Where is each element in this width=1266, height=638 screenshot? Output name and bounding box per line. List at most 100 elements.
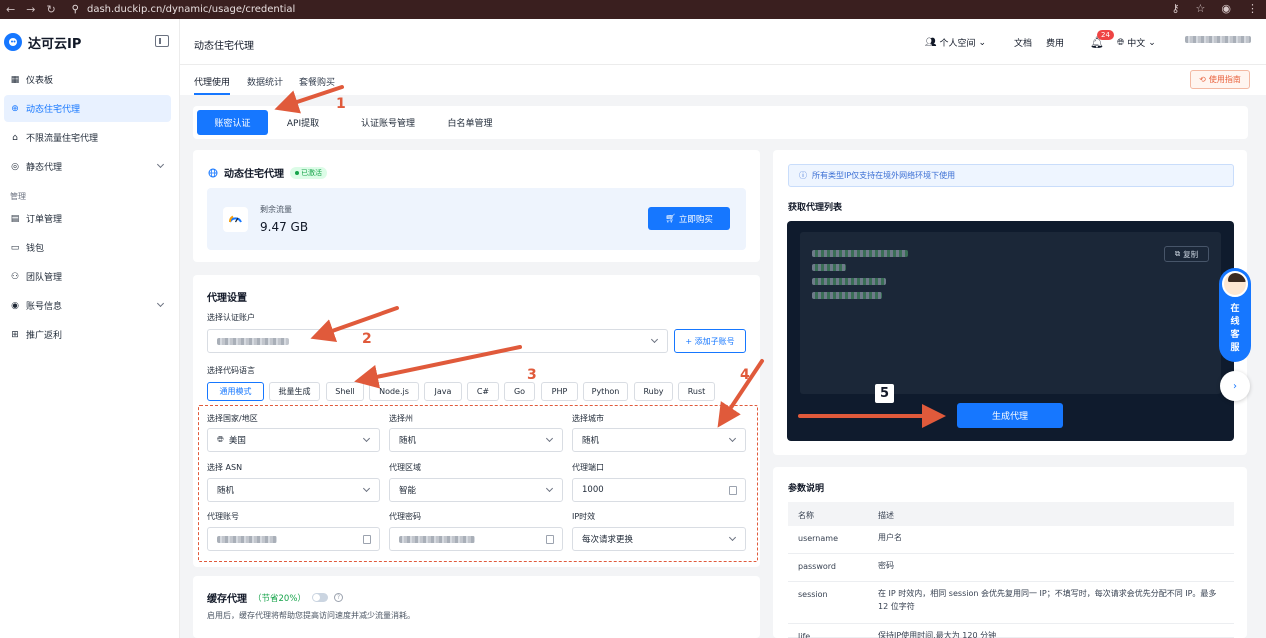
copy-icon[interactable] <box>546 535 554 544</box>
tab-whitelist-manage[interactable]: 白名单管理 <box>435 110 505 135</box>
address-bar[interactable]: ⚲ dash.duckip.cn/dynamic/usage/credentia… <box>72 4 296 15</box>
annotation-number-4: 4 <box>740 367 750 383</box>
lang-option-1[interactable]: 批量生成 <box>269 382 320 401</box>
notification-badge: 24 <box>1097 30 1114 40</box>
sidebar-item-account-info[interactable]: ◉ 账号信息 <box>4 292 171 319</box>
code-language-label: 选择代码语言 <box>207 366 255 375</box>
tab-api-extract[interactable]: API提取 <box>273 110 333 135</box>
proxy-pass-label: 代理密码 <box>389 512 421 521</box>
lang-option-java[interactable]: Java <box>424 382 462 401</box>
chevron-down-icon <box>728 533 737 542</box>
agent-avatar <box>1222 271 1248 297</box>
copy-icon: ⧉ <box>1174 249 1181 258</box>
tab-credential-auth[interactable]: 账密认证 <box>197 110 268 135</box>
copy-proxies-button[interactable]: ⧉ 复制 <box>1164 246 1209 262</box>
gift-icon: ⊞ <box>11 329 19 340</box>
cache-save-badge: （节省20%） <box>253 593 306 604</box>
lang-option-ruby[interactable]: Ruby <box>634 382 673 401</box>
menu-group-label: 管理 <box>10 192 26 201</box>
param-name: life <box>798 632 811 638</box>
brand[interactable]: 达可云IP <box>0 19 179 65</box>
proxy-list-title: 获取代理列表 <box>788 203 843 213</box>
more-icon[interactable]: ⋮ <box>1247 2 1258 15</box>
lang-option-nodejs[interactable]: Node.js <box>369 382 419 401</box>
lang-option-c[interactable]: C# <box>467 382 499 401</box>
proxy-output-text <box>800 232 1221 394</box>
chevron-down-icon <box>545 484 554 493</box>
param-name: password <box>798 562 836 571</box>
account-select[interactable] <box>207 329 668 353</box>
lang-option-php[interactable]: PHP <box>541 382 578 401</box>
sidebar-item-team[interactable]: ⚇ 团队管理 <box>4 263 171 290</box>
port-field[interactable]: 1000 <box>572 478 746 502</box>
sidebar-item-unlimited-residential[interactable]: ⌂ 不限流量住宅代理 <box>4 124 171 151</box>
profile-icon[interactable]: ◉ <box>1221 2 1231 15</box>
fees-link[interactable]: 费用 <box>1046 36 1064 49</box>
key-icon[interactable]: ⚷ <box>1171 2 1179 15</box>
cache-proxy-card: 缓存代理 （节省20%） ? 启用后，缓存代理将帮助您提高访问速度并减少流量消耗… <box>193 576 760 638</box>
site-settings-icon[interactable]: ⚲ <box>72 4 79 15</box>
sidebar-item-label: 账号信息 <box>26 302 63 312</box>
language-switcher[interactable]: 🌐︎ 中文 ⌄ <box>1117 36 1156 50</box>
buy-now-button[interactable]: 🛒︎ 立即购买 <box>648 207 730 230</box>
chevron-down-icon <box>156 299 165 308</box>
lang-option-0[interactable]: 通用模式 <box>207 382 264 401</box>
arrow-right-icon[interactable]: › <box>1220 371 1250 401</box>
sidebar-item-dashboard[interactable]: ▦ 仪表板 <box>4 66 171 93</box>
chevron-down-icon: ⌄ <box>1148 37 1156 48</box>
customer-service-button[interactable]: 在线客服 <box>1219 268 1251 362</box>
country-select[interactable]: 🌐︎ 美国 <box>207 428 380 452</box>
star-icon[interactable]: ☆ <box>1196 2 1206 15</box>
collapse-sidebar-icon[interactable] <box>155 35 169 47</box>
add-sub-account-button[interactable]: + 添加子账号 <box>674 329 746 353</box>
lang-option-go[interactable]: Go <box>504 382 535 401</box>
proxy-user-field[interactable] <box>207 527 380 551</box>
workspace-switcher[interactable]: 👥︎ 个人空间 ⌄ <box>925 36 986 50</box>
blurred-username <box>1185 36 1251 43</box>
user-account-menu[interactable] <box>1185 36 1251 43</box>
asn-select[interactable]: 随机 <box>207 478 380 502</box>
proxy-pass-field[interactable] <box>389 527 563 551</box>
chevron-down-icon <box>728 434 737 443</box>
back-icon[interactable]: ← <box>6 3 15 16</box>
lang-option-shell[interactable]: Shell <box>326 382 364 401</box>
tab-plan-purchase[interactable]: 套餐购买 <box>299 75 335 88</box>
auth-method-tabs: 账密认证 API提取 认证账号管理 白名单管理 <box>193 106 1248 139</box>
proxy-user-label: 代理账号 <box>207 512 239 521</box>
sidebar-item-orders[interactable]: ▤ 订单管理 <box>4 205 171 232</box>
tab-proxy-usage[interactable]: 代理使用 <box>194 75 231 95</box>
team-icon: ⚇ <box>10 271 20 282</box>
lang-option-rust[interactable]: Rust <box>678 382 715 401</box>
reload-icon[interactable]: ↻ <box>46 3 55 16</box>
blurred-proxy-pass <box>399 535 475 543</box>
copy-icon[interactable] <box>363 535 371 544</box>
chevron-down-icon <box>545 434 554 443</box>
region-select[interactable]: 智能 <box>389 478 563 502</box>
tab-auth-account-manage[interactable]: 认证账号管理 <box>343 110 433 135</box>
param-name: username <box>798 534 838 543</box>
docs-link[interactable]: 文档 <box>1014 36 1032 49</box>
city-select[interactable]: 随机 <box>572 428 746 452</box>
ip-duration-label: IP时效 <box>572 512 596 521</box>
info-icon: ⓘ <box>799 171 807 180</box>
sidebar-item-static-proxy[interactable]: ◎ 静态代理 <box>4 153 171 180</box>
lang-option-python[interactable]: Python <box>583 382 628 401</box>
sidebar-item-dynamic-residential[interactable]: ⊕ 动态住宅代理 <box>4 95 171 122</box>
copy-icon[interactable] <box>729 486 737 495</box>
sidebar-item-label: 订单管理 <box>26 215 63 225</box>
params-title: 参数说明 <box>788 484 825 494</box>
people-icon: 👥︎ <box>925 37 937 48</box>
sidebar-item-wallet[interactable]: ▭ 钱包 <box>4 234 171 261</box>
sidebar: 达可云IP ▦ 仪表板 ⊕ 动态住宅代理 ⌂ 不限流量住宅代理 ◎ 静态代理 管理 ▤ 订单管理… <box>0 19 180 638</box>
cache-toggle[interactable] <box>311 593 328 602</box>
tab-statistics[interactable]: 数据统计 <box>247 75 283 88</box>
generate-proxy-button[interactable]: 生成代理 <box>957 403 1063 428</box>
ip-duration-select[interactable]: 每次请求更换 <box>572 527 746 551</box>
sidebar-item-referral[interactable]: ⊞ 推广返利 <box>4 321 171 348</box>
usage-guide-button[interactable]: ⟲ 使用指南 <box>1190 70 1250 89</box>
sidebar-item-label: 动态住宅代理 <box>26 105 81 115</box>
state-select[interactable]: 随机 <box>389 428 563 452</box>
chevron-down-icon <box>362 484 371 493</box>
help-icon[interactable]: ? <box>333 593 343 602</box>
forward-icon[interactable]: → <box>26 3 35 16</box>
